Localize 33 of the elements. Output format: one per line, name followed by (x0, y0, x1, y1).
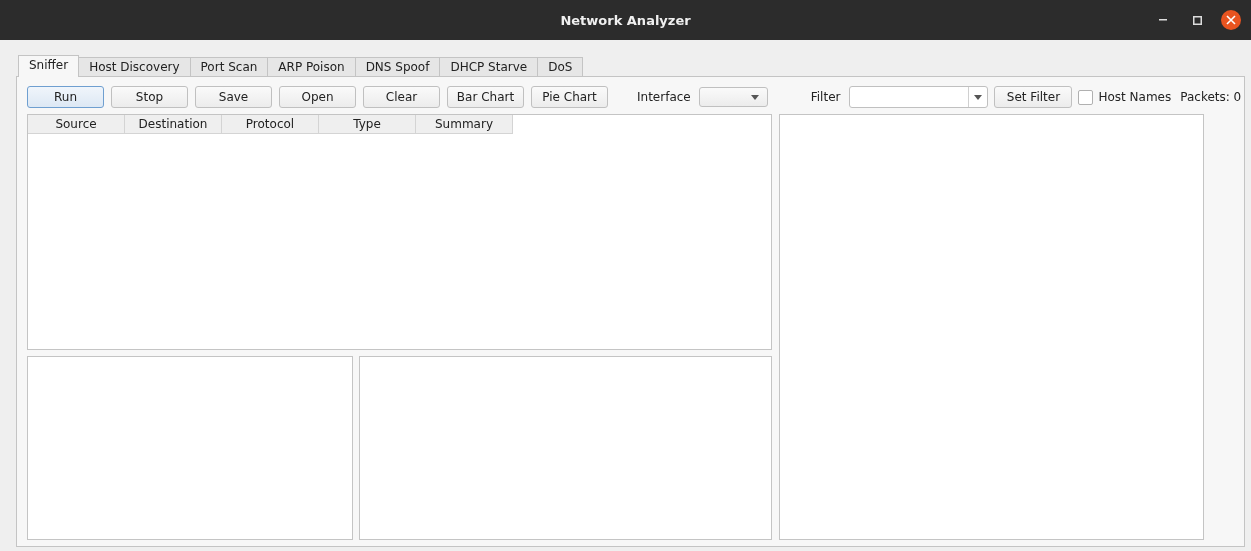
toolbar-button[interactable]: Pie Chart (531, 86, 608, 108)
toolbar-button[interactable]: Save (195, 86, 272, 108)
tab[interactable]: ARP Poison (267, 57, 356, 76)
packet-count: Packets: 0 (1180, 90, 1242, 104)
tab[interactable]: Sniffer (18, 55, 80, 77)
close-button[interactable] (1221, 10, 1241, 30)
maximize-icon (1192, 15, 1202, 25)
tab[interactable]: DHCP Starve (439, 57, 539, 76)
window-title: Network Analyzer (560, 12, 691, 28)
set-filter-button[interactable]: Set Filter (994, 86, 1073, 108)
filter-label: Filter (810, 90, 841, 104)
toolbar-button[interactable]: Open (279, 86, 356, 108)
column-header[interactable]: Summary (416, 115, 513, 134)
column-header[interactable]: Source (28, 115, 125, 134)
close-icon (1226, 15, 1236, 25)
tab[interactable]: Host Discovery (78, 57, 191, 76)
column-header[interactable]: Protocol (222, 115, 319, 134)
dropdown-caret-icon (750, 94, 759, 100)
dropdown-caret-icon (974, 94, 983, 100)
tab[interactable]: DNS Spoof (354, 57, 441, 76)
tab[interactable]: Port Scan (189, 57, 269, 76)
toolbar-button[interactable]: Run (27, 86, 104, 108)
host-names-checkbox[interactable] (1078, 89, 1094, 105)
toolbar-button[interactable]: Clear (363, 86, 440, 108)
interface-label: Interface (637, 90, 691, 104)
column-header[interactable]: Destination (125, 115, 222, 134)
toolbar-button[interactable]: Bar Chart (447, 86, 524, 108)
toolbar-button[interactable]: Stop (111, 86, 188, 108)
host-names-label: Host Names (1098, 90, 1172, 104)
minimize-icon (1159, 19, 1167, 21)
tab[interactable]: DoS (537, 57, 584, 76)
column-header[interactable]: Type (319, 115, 416, 134)
filter-combo-field[interactable] (849, 86, 989, 108)
